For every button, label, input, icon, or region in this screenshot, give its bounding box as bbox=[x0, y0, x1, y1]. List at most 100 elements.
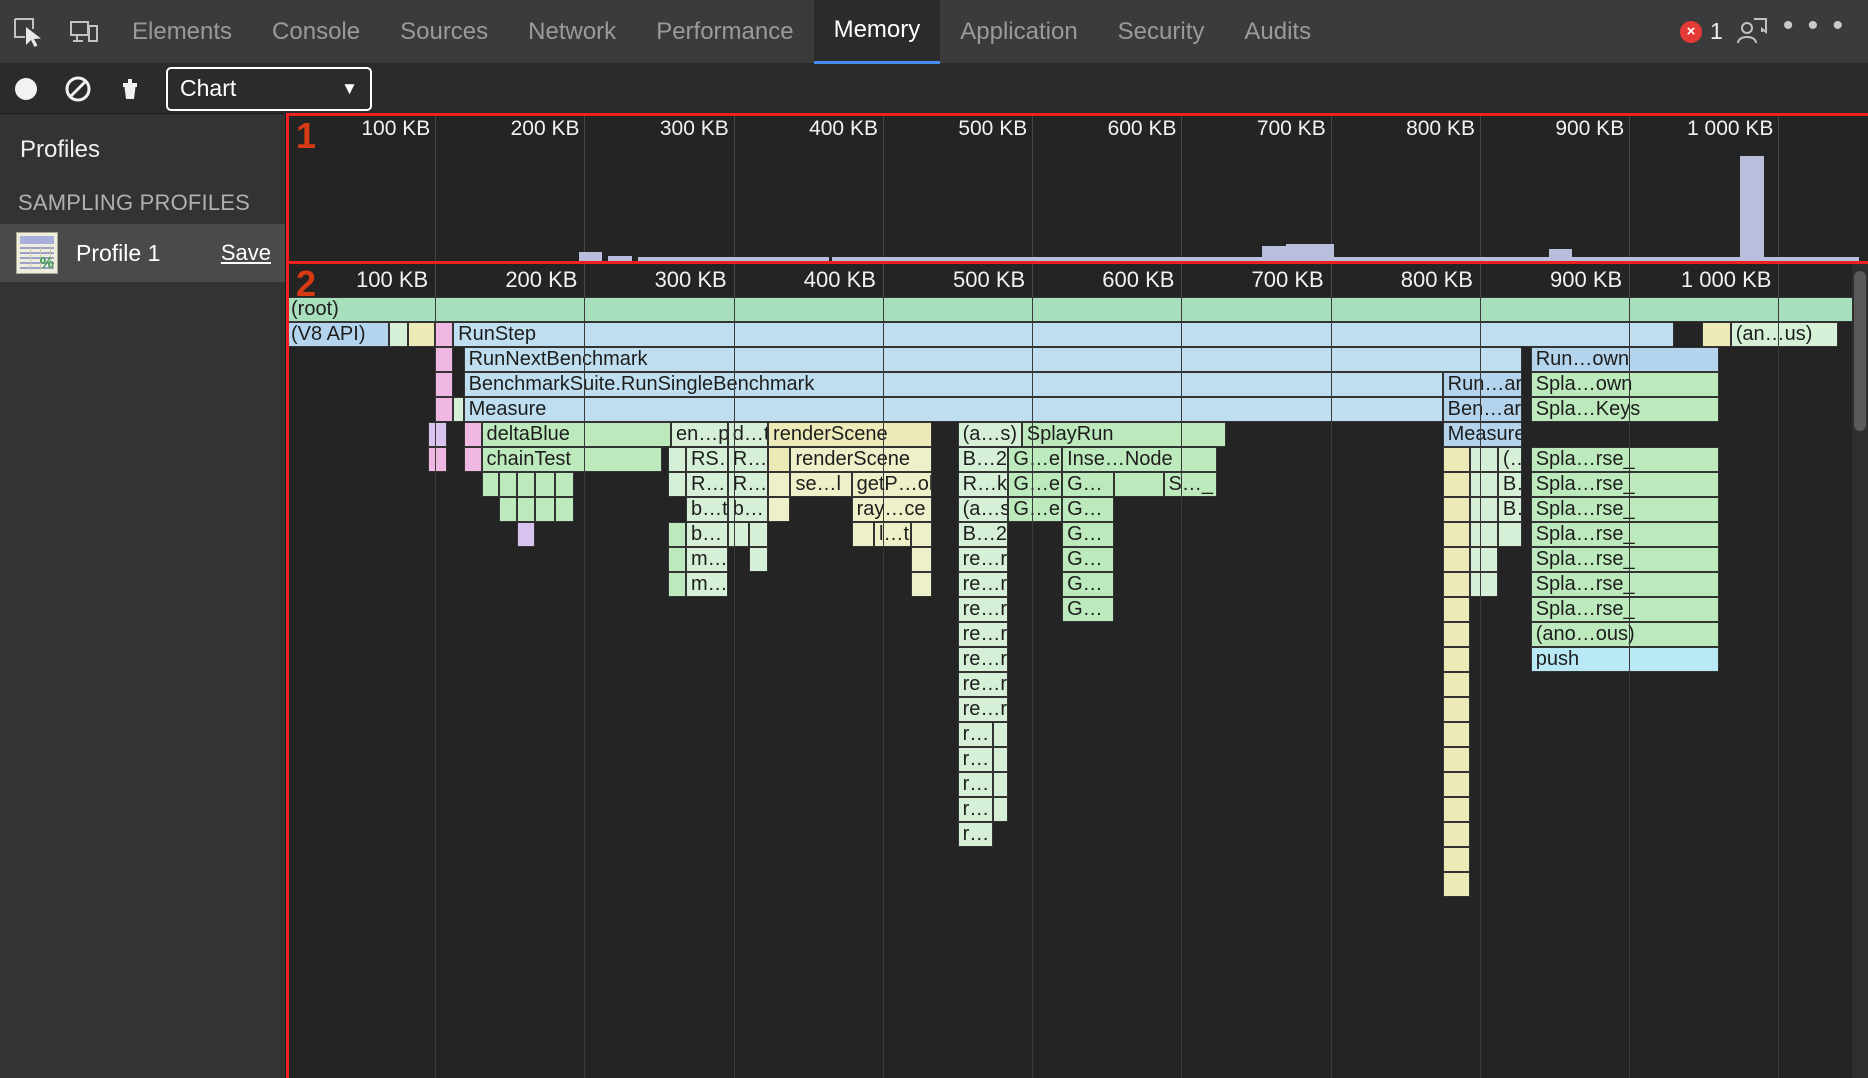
overview-bar bbox=[638, 257, 662, 261]
chevron-down-icon: ▼ bbox=[341, 79, 358, 99]
flame-gridline bbox=[1032, 297, 1033, 1078]
overview-bar bbox=[1238, 257, 1262, 261]
error-icon: × bbox=[1680, 21, 1702, 43]
overview-bar bbox=[1429, 257, 1453, 261]
flame-axis-tick-label: 700 KB bbox=[1252, 267, 1324, 293]
flame-gridline bbox=[734, 297, 735, 1078]
overview-axis: 100 KB200 KB300 KB400 KB500 KB600 KB700 … bbox=[286, 115, 1868, 147]
overview-bar bbox=[1835, 257, 1859, 261]
view-mode-select[interactable]: Chart ▼ bbox=[166, 67, 372, 111]
flame-axis-tick-label: 900 KB bbox=[1550, 267, 1622, 293]
error-badge[interactable]: × 1 bbox=[1680, 18, 1723, 45]
overview-bar bbox=[805, 257, 829, 261]
flame-axis-tick-label: 100 KB bbox=[356, 267, 428, 293]
profile-percent-glyph: % bbox=[40, 256, 54, 272]
flame-gridline bbox=[1778, 297, 1779, 1078]
overview-bar bbox=[662, 257, 686, 261]
sidebar-section-sampling-profiles: SAMPLING PROFILES bbox=[0, 184, 285, 224]
overview-bar bbox=[1501, 257, 1525, 261]
overview-bar bbox=[1119, 257, 1143, 261]
overview-axis-tick-label: 600 KB bbox=[1108, 117, 1177, 141]
overview-bar bbox=[579, 252, 603, 261]
overview-bar bbox=[904, 257, 928, 261]
overview-bar bbox=[710, 257, 734, 261]
profile-spreadsheet-icon: % bbox=[16, 232, 58, 274]
tab-sources[interactable]: Sources bbox=[380, 0, 508, 64]
save-profile-link[interactable]: Save bbox=[221, 240, 271, 266]
overview-bar bbox=[1405, 257, 1429, 261]
tab-audits[interactable]: Audits bbox=[1224, 0, 1331, 64]
record-button[interactable] bbox=[0, 64, 52, 114]
overview-bar bbox=[1787, 257, 1811, 261]
tab-network[interactable]: Network bbox=[508, 0, 636, 64]
memory-toolbar: Chart ▼ bbox=[0, 64, 1868, 114]
feedback-icon[interactable] bbox=[1733, 11, 1769, 52]
overview-bar bbox=[1668, 257, 1692, 261]
delete-button[interactable] bbox=[104, 64, 156, 114]
overview-bar bbox=[1214, 257, 1238, 261]
overview-bar bbox=[1811, 257, 1835, 261]
overview-bar bbox=[1047, 257, 1071, 261]
flame-axis-tick: 600 KB bbox=[1181, 263, 1182, 297]
overview-bar bbox=[856, 257, 880, 261]
overview-bar bbox=[1596, 257, 1620, 261]
overview-axis-tick-label: 800 KB bbox=[1406, 117, 1475, 141]
overview-bar bbox=[686, 257, 710, 261]
overview-bar bbox=[1549, 249, 1573, 261]
overview-bar bbox=[781, 257, 805, 261]
device-toolbar-icon[interactable] bbox=[56, 0, 112, 64]
inspect-element-icon[interactable] bbox=[0, 0, 56, 64]
overview-bar bbox=[928, 257, 952, 261]
flame-axis-tick: 900 KB bbox=[1629, 263, 1630, 297]
devtools-tabbar: Elements Console Sources Network Perform… bbox=[0, 0, 1868, 64]
annotation-label-2: 2 bbox=[296, 266, 316, 302]
flame-axis-tick: 700 KB bbox=[1331, 263, 1332, 297]
overview-bar bbox=[1525, 257, 1549, 261]
overview-bar bbox=[832, 257, 856, 261]
flame-axis-tick: 800 KB bbox=[1480, 263, 1481, 297]
tab-performance[interactable]: Performance bbox=[636, 0, 813, 64]
sidebar-title: Profiles bbox=[0, 114, 285, 184]
overview-axis-tick-label: 700 KB bbox=[1257, 117, 1326, 141]
overview-bar bbox=[999, 257, 1023, 261]
flame-gridline bbox=[1331, 297, 1332, 1078]
memory-chart-pane: 100 KB200 KB300 KB400 KB500 KB600 KB700 … bbox=[286, 114, 1868, 1078]
overview-bar bbox=[1262, 246, 1286, 261]
overview-bar bbox=[758, 257, 782, 261]
flame-axis: 100 KB200 KB300 KB400 KB500 KB600 KB700 … bbox=[286, 263, 1868, 297]
flame-gridline bbox=[1629, 297, 1630, 1078]
flame-axis-tick-label: 1 000 KB bbox=[1681, 267, 1772, 293]
allocation-flame-chart[interactable]: (root)(V8 API)RunStep(an…us)RunNextBench… bbox=[286, 263, 1868, 1078]
overview-bar bbox=[1095, 257, 1119, 261]
error-count: 1 bbox=[1710, 18, 1723, 45]
flame-axis-tick: 400 KB bbox=[883, 263, 884, 297]
overview-bar bbox=[1716, 257, 1740, 261]
overview-axis-tick-label: 200 KB bbox=[511, 117, 580, 141]
allocation-overview-chart[interactable]: 100 KB200 KB300 KB400 KB500 KB600 KB700 … bbox=[286, 114, 1868, 261]
overview-bar bbox=[1644, 257, 1668, 261]
overview-bar bbox=[1477, 257, 1501, 261]
overview-bar bbox=[1310, 244, 1334, 261]
flame-axis-tick-label: 400 KB bbox=[804, 267, 876, 293]
flame-axis-tick: 1 000 KB bbox=[1778, 263, 1779, 297]
tab-security[interactable]: Security bbox=[1098, 0, 1225, 64]
overview-bar bbox=[1023, 257, 1047, 261]
flame-axis-tick-label: 800 KB bbox=[1401, 267, 1473, 293]
overview-bar bbox=[1071, 257, 1095, 261]
flame-axis-tick-label: 600 KB bbox=[1102, 267, 1174, 293]
overview-bar bbox=[1358, 257, 1382, 261]
overview-axis-tick-label: 400 KB bbox=[809, 117, 878, 141]
sidebar-item-profile-1[interactable]: % Profile 1 Save bbox=[0, 224, 285, 282]
tab-elements[interactable]: Elements bbox=[112, 0, 252, 64]
memory-body: Profiles SAMPLING PROFILES % Profile 1 S… bbox=[0, 114, 1868, 1078]
tab-console[interactable]: Console bbox=[252, 0, 380, 64]
more-options-icon[interactable]: • • • bbox=[1779, 9, 1850, 55]
overview-bar bbox=[1572, 257, 1596, 261]
overview-bar bbox=[1620, 257, 1644, 261]
flame-gridline bbox=[883, 297, 884, 1078]
overview-bar bbox=[1740, 156, 1764, 261]
flame-gridline bbox=[435, 297, 436, 1078]
clear-button[interactable] bbox=[52, 64, 104, 114]
tab-memory[interactable]: Memory bbox=[814, 0, 941, 64]
tab-application[interactable]: Application bbox=[940, 0, 1097, 64]
